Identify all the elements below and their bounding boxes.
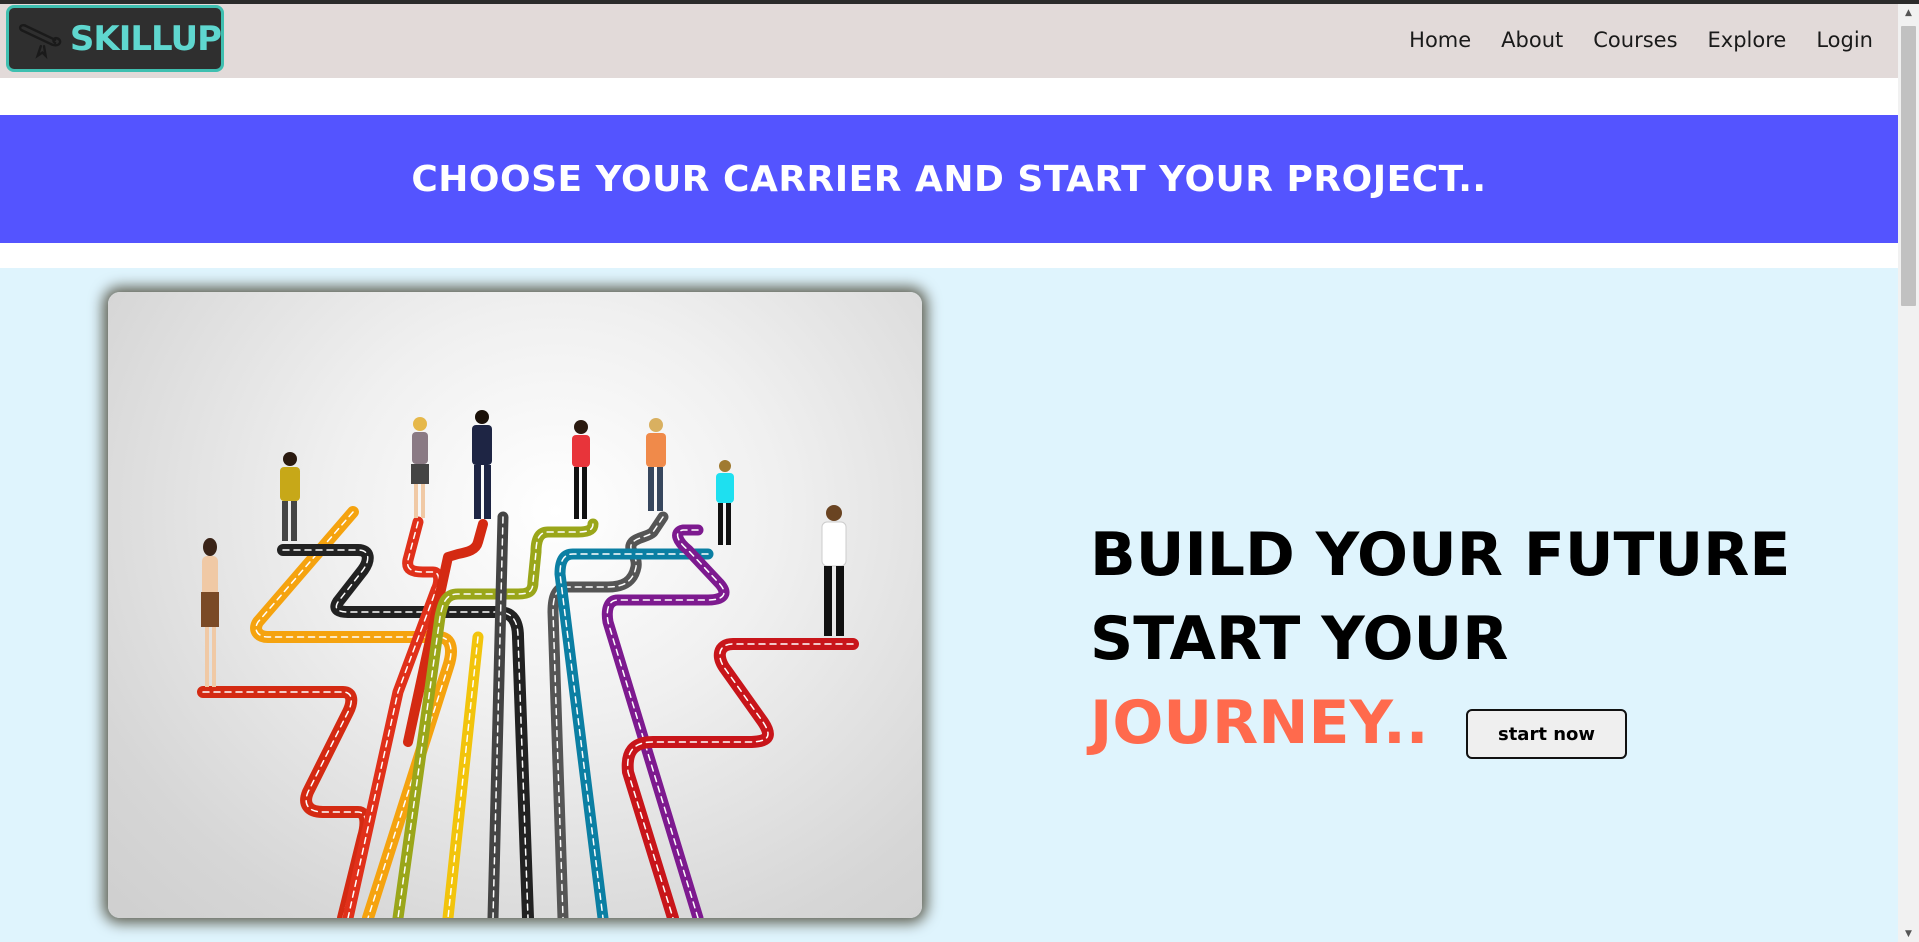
- logo-text: SKILLUP: [69, 18, 222, 59]
- career-roads-graphic: [197, 410, 859, 918]
- start-now-button[interactable]: start now: [1466, 709, 1627, 759]
- headline-line-2-start: START YOUR: [1090, 604, 1509, 674]
- nav-links: Home About Courses Explore Login: [1394, 18, 1888, 62]
- headline-accent-journey: JOURNEY..: [1090, 688, 1429, 758]
- hero-section: BUILD YOUR FUTURE START YOUR JOURNEY.. s…: [0, 268, 1898, 942]
- career-paths-illustration: [108, 292, 922, 918]
- triangle-down-icon[interactable]: ▼: [1898, 925, 1919, 942]
- navbar: SKILLUP Home About Courses Explore Login: [0, 4, 1898, 78]
- nav-link-courses[interactable]: Courses: [1578, 28, 1692, 52]
- headline-line-1: BUILD YOUR FUTURE: [1090, 520, 1791, 590]
- nav-link-about[interactable]: About: [1486, 28, 1578, 52]
- nav-link-explore[interactable]: Explore: [1693, 28, 1802, 52]
- nav-link-login[interactable]: Login: [1801, 28, 1888, 52]
- banner-title: CHOOSE YOUR CARRIER AND START YOUR PROJE…: [411, 158, 1487, 200]
- vertical-scrollbar[interactable]: ▲ ▼: [1898, 4, 1919, 942]
- diploma-scroll-icon: [18, 23, 62, 59]
- banner: CHOOSE YOUR CARRIER AND START YOUR PROJE…: [0, 115, 1898, 243]
- logo[interactable]: SKILLUP: [6, 5, 224, 72]
- triangle-up-icon[interactable]: ▲: [1898, 4, 1919, 21]
- scroll-thumb[interactable]: [1901, 26, 1916, 306]
- nav-link-home[interactable]: Home: [1394, 28, 1486, 52]
